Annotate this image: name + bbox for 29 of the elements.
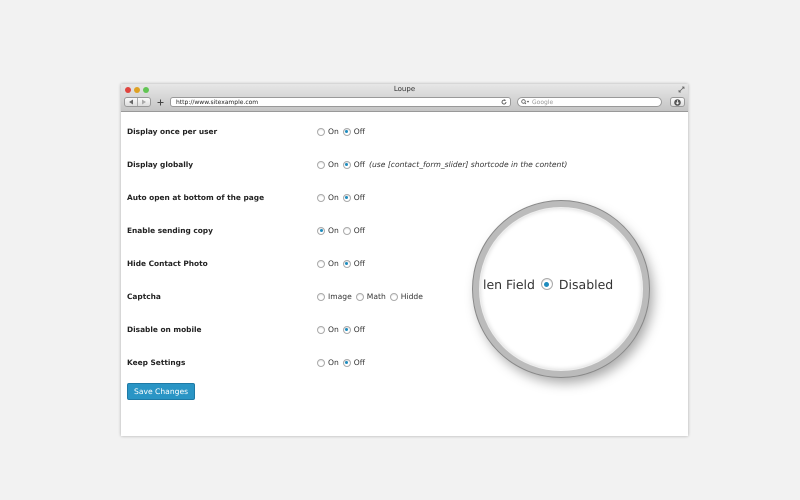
add-tab-icon[interactable] (157, 98, 164, 106)
radio-button[interactable] (342, 358, 351, 366)
radio-button[interactable] (342, 128, 351, 136)
radio-button[interactable] (390, 292, 398, 300)
fullscreen-icon[interactable] (678, 86, 685, 93)
radio-button[interactable] (317, 160, 325, 168)
radio-button[interactable] (342, 226, 351, 234)
zoom-icon[interactable] (143, 87, 149, 93)
radio-button[interactable] (342, 260, 351, 268)
reload-icon[interactable] (501, 99, 507, 105)
radio-button[interactable] (317, 358, 325, 366)
downloads-button[interactable] (670, 97, 685, 107)
radio-button[interactable] (317, 292, 325, 300)
option-label[interactable]: Disabled (558, 276, 614, 292)
search-icon (521, 99, 529, 105)
radio-button[interactable] (342, 326, 351, 334)
radio-button[interactable] (540, 278, 553, 290)
radio-button[interactable] (317, 128, 325, 136)
radio-button[interactable] (356, 292, 364, 300)
radio-button[interactable] (317, 326, 325, 334)
download-icon (674, 98, 681, 106)
field-label: len Field (483, 276, 535, 292)
radio-button[interactable] (317, 226, 325, 234)
minimize-icon[interactable] (134, 87, 140, 93)
radio-button[interactable] (342, 194, 351, 202)
radio-button[interactable] (317, 260, 325, 268)
close-icon[interactable] (125, 87, 131, 93)
radio-button[interactable] (342, 160, 351, 168)
radio-button[interactable] (317, 194, 325, 202)
